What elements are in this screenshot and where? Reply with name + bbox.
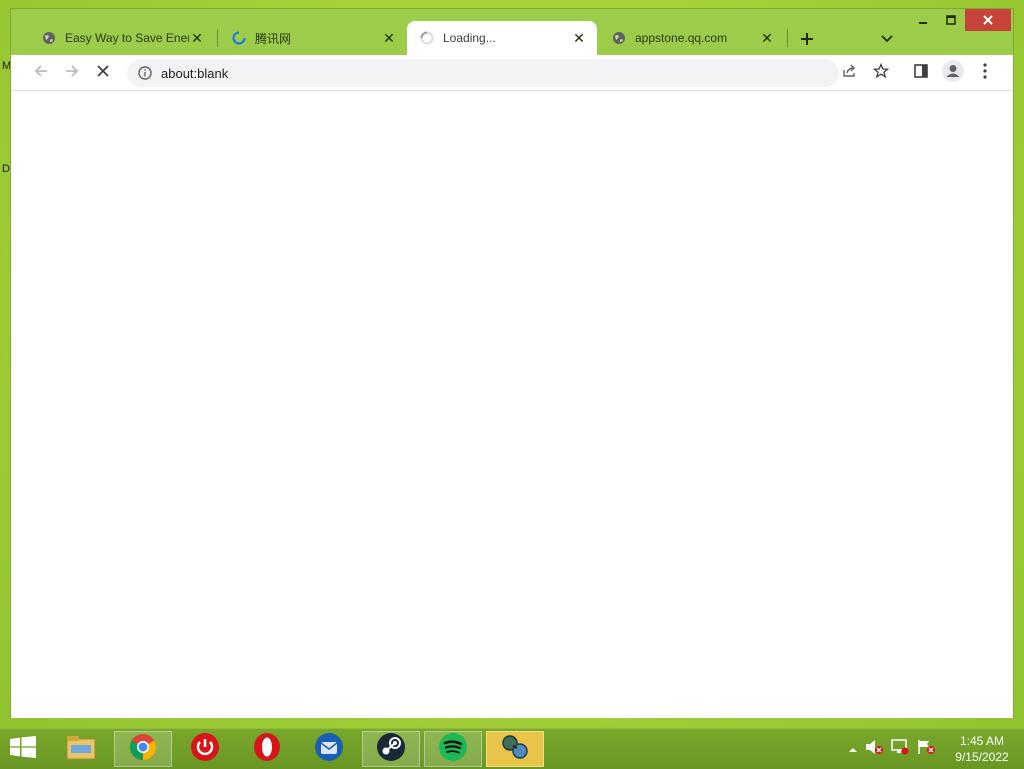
page-content [11, 91, 1013, 718]
chevron-down-icon [881, 30, 893, 48]
avatar [942, 59, 964, 87]
tab-appstone[interactable]: appstone.qq.com ✕ [599, 21, 785, 55]
url-text: about:blank [161, 65, 229, 81]
arrow-right-icon [64, 63, 80, 84]
tab-loading[interactable]: Loading... ✕ [407, 21, 597, 55]
taskbar: 1:45 AM 9/15/2022 [0, 728, 1024, 769]
tab-strip: Easy Way to Save Energ ✕ 腾讯网 ✕ Loading..… [11, 9, 1013, 55]
loading-spinner-icon [231, 30, 247, 46]
arrow-left-icon [33, 63, 49, 84]
close-icon [96, 64, 110, 83]
new-tab-button[interactable] [795, 27, 819, 51]
side-panel-icon [913, 63, 929, 84]
stop-loading-button[interactable] [91, 61, 115, 85]
more-vertical-icon [983, 62, 987, 84]
window-controls [909, 9, 1011, 31]
system-tray [848, 739, 936, 760]
forward-button[interactable] [60, 61, 84, 85]
spotify-icon [438, 732, 468, 767]
tab-title: appstone.qq.com [635, 31, 728, 45]
profile-button[interactable] [941, 59, 965, 87]
share-icon [841, 63, 857, 84]
browser-window: Easy Way to Save Energ ✕ 腾讯网 ✕ Loading..… [10, 8, 1014, 718]
back-button[interactable] [29, 61, 53, 85]
clock-time: 1:45 AM [959, 734, 1005, 748]
steam-icon [376, 732, 406, 767]
clock[interactable]: 1:45 AM 9/15/2022 [944, 733, 1020, 765]
windows-logo-icon [10, 735, 36, 763]
chevron-up-icon[interactable] [848, 741, 858, 759]
close-icon[interactable]: ✕ [759, 30, 775, 46]
chrome-icon [129, 733, 157, 766]
thunderbird-icon [314, 732, 344, 767]
start-button[interactable] [8, 735, 38, 763]
close-icon[interactable]: ✕ [189, 30, 205, 46]
network-app-icon [499, 732, 531, 767]
tab-title: Easy Way to Save Energ [65, 31, 189, 45]
tab-tencent[interactable]: 腾讯网 ✕ [219, 21, 407, 55]
globe-icon [41, 30, 57, 46]
star-icon [872, 62, 890, 84]
action-center-flag-icon[interactable] [916, 739, 936, 760]
loading-spinner-icon [419, 30, 435, 46]
desktop-edge-label: D [2, 163, 10, 175]
file-explorer-icon [65, 733, 97, 766]
close-icon[interactable]: ✕ [381, 30, 397, 46]
minimize-button[interactable] [909, 9, 937, 31]
close-icon[interactable]: ✕ [571, 30, 587, 46]
info-icon[interactable] [137, 65, 153, 81]
bookmark-button[interactable] [869, 61, 893, 85]
tab-search-button[interactable] [875, 27, 899, 51]
power-app-icon [190, 732, 220, 767]
maximize-button[interactable] [937, 9, 965, 31]
taskbar-network-app[interactable] [486, 731, 544, 767]
network-icon[interactable] [890, 739, 910, 760]
speaker-muted-icon[interactable] [864, 739, 884, 760]
side-panel-button[interactable] [909, 61, 933, 85]
clock-date: 9/15/2022 [955, 750, 1009, 764]
taskbar-chrome[interactable] [114, 731, 172, 767]
taskbar-file-explorer[interactable] [52, 731, 110, 767]
taskbar-opera[interactable] [238, 731, 296, 767]
taskbar-spotify[interactable] [424, 731, 482, 767]
opera-icon [252, 732, 282, 767]
tab-title: 腾讯网 [255, 31, 292, 46]
globe-icon [611, 30, 627, 46]
address-bar[interactable]: about:blank [127, 59, 839, 87]
taskbar-steam[interactable] [362, 731, 420, 767]
tab-easy-way[interactable]: Easy Way to Save Energ ✕ [29, 21, 215, 55]
close-window-button[interactable] [965, 9, 1011, 31]
menu-button[interactable] [973, 61, 997, 85]
share-button[interactable] [837, 61, 861, 85]
tab-title: Loading... [443, 31, 496, 45]
browser-toolbar: about:blank [11, 55, 1013, 91]
taskbar-thunderbird[interactable] [300, 731, 358, 767]
taskbar-power-app[interactable] [176, 731, 234, 767]
